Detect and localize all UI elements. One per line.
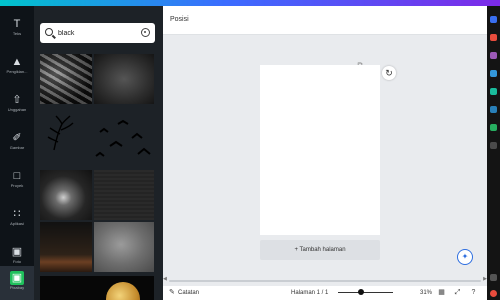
text-icon: T — [13, 18, 21, 30]
scroll-left-icon[interactable]: ◀ — [163, 276, 167, 282]
sidebar-item-uploads[interactable]: ⇧ Unggahan — [0, 88, 34, 122]
app-shortcut-icon[interactable] — [490, 124, 497, 131]
design-page[interactable] — [260, 65, 380, 235]
image-thumbnail[interactable] — [94, 170, 154, 220]
app-shortcut-icon[interactable] — [490, 70, 497, 77]
app-shortcut-icon[interactable] — [490, 106, 497, 113]
sidebar-item-label: Aplikasi — [10, 221, 24, 226]
page-count[interactable]: Halaman 1 / 1 — [291, 288, 328, 298]
image-thumbnail[interactable] — [94, 222, 154, 272]
app-shortcut-icon[interactable] — [490, 52, 497, 59]
brand-icon: ▲ — [11, 56, 23, 68]
image-thumbnail[interactable] — [40, 222, 92, 272]
sidebar-item-label: Gambar — [9, 145, 25, 150]
fullscreen-icon[interactable]: ⤢ — [453, 288, 462, 298]
scrollbar-track[interactable] — [169, 280, 481, 282]
upload-icon: ⇧ — [12, 94, 22, 106]
horizontal-scrollbar[interactable]: ◀ ▶ — [163, 276, 487, 286]
photo-icon: ▣ — [11, 246, 23, 258]
apps-icon: ∷ — [13, 208, 21, 220]
sidebar-item-projects[interactable]: □ Proyek — [0, 164, 34, 198]
zoom-slider-thumb[interactable] — [357, 289, 364, 295]
sidebar-item-label: Unggahan — [7, 107, 27, 112]
image-thumbnail[interactable] — [40, 276, 154, 300]
settings-icon[interactable] — [490, 290, 497, 297]
notes-button[interactable]: ✎ Catatan — [169, 288, 199, 298]
sidebar-item-label: Proyek — [10, 183, 24, 188]
grid-view-icon[interactable]: ▦ — [437, 288, 446, 298]
editor-area: Posisi ⧉ ⧉ ↻ + Tambah halaman ✦ ◀ ▶ ✎Cat… — [163, 6, 487, 300]
left-nav-rail: T Teks ▲ Pengiklan... ⇧ Unggahan ✐ Gamba… — [0, 6, 34, 300]
sidebar-item-text[interactable]: T Teks — [0, 12, 34, 46]
search-input[interactable] — [58, 26, 138, 40]
app-shortcut-icon[interactable] — [490, 16, 497, 23]
pixabay-icon: ▣ — [10, 271, 24, 285]
add-app-icon[interactable] — [490, 142, 497, 149]
draw-icon: ✐ — [12, 132, 22, 144]
magic-assistant-button[interactable]: ✦ — [457, 249, 473, 265]
page-tools: ⧉ ⧉ — [356, 54, 386, 87]
image-thumbnail[interactable] — [94, 54, 154, 104]
filter-icon[interactable] — [141, 28, 150, 37]
help-icon[interactable]: ? — [469, 288, 478, 298]
image-thumbnail[interactable] — [40, 170, 92, 220]
zoom-slider[interactable] — [338, 289, 393, 295]
search-box[interactable] — [40, 23, 155, 43]
bottom-status-bar: ✎ Catatan Halaman 1 / 1 31% ▦ ⤢ ? — [163, 286, 487, 300]
editor-header: Posisi — [163, 6, 487, 35]
folder-icon: □ — [13, 170, 21, 182]
image-thumbnail[interactable] — [40, 110, 154, 166]
sidebar-item-label: Foto — [12, 259, 21, 264]
app-shortcut-icon[interactable] — [490, 88, 497, 95]
image-thumbnail[interactable] — [40, 54, 92, 104]
add-page-button[interactable]: + Tambah halaman — [260, 240, 380, 260]
bird-silhouettes-image — [47, 115, 151, 157]
sidebar-item-label: Teks — [12, 31, 22, 36]
sidebar-item-pixabay[interactable]: ▣ Pixabay — [0, 266, 34, 300]
image-search-panel — [34, 6, 163, 300]
right-apps-rail — [487, 6, 500, 300]
app-shortcut-icon[interactable] — [490, 34, 497, 41]
refresh-icon[interactable]: ↻ — [382, 66, 396, 80]
notes-label: Catatan — [178, 290, 200, 296]
zoom-value[interactable]: 31% — [420, 288, 432, 298]
sidebar-item-label: Pengiklan... — [6, 69, 28, 74]
position-button[interactable]: Posisi — [170, 16, 189, 23]
sidebar-item-brand[interactable]: ▲ Pengiklan... — [0, 50, 34, 84]
sidebar-item-apps[interactable]: ∷ Aplikasi — [0, 202, 34, 236]
sidebar-item-label: Pixabay — [9, 285, 25, 290]
search-icon — [45, 28, 53, 36]
sidebar-item-draw[interactable]: ✐ Gambar — [0, 126, 34, 160]
notes-icon: ✎ — [169, 289, 175, 296]
panel-toggle-icon[interactable] — [490, 274, 497, 281]
